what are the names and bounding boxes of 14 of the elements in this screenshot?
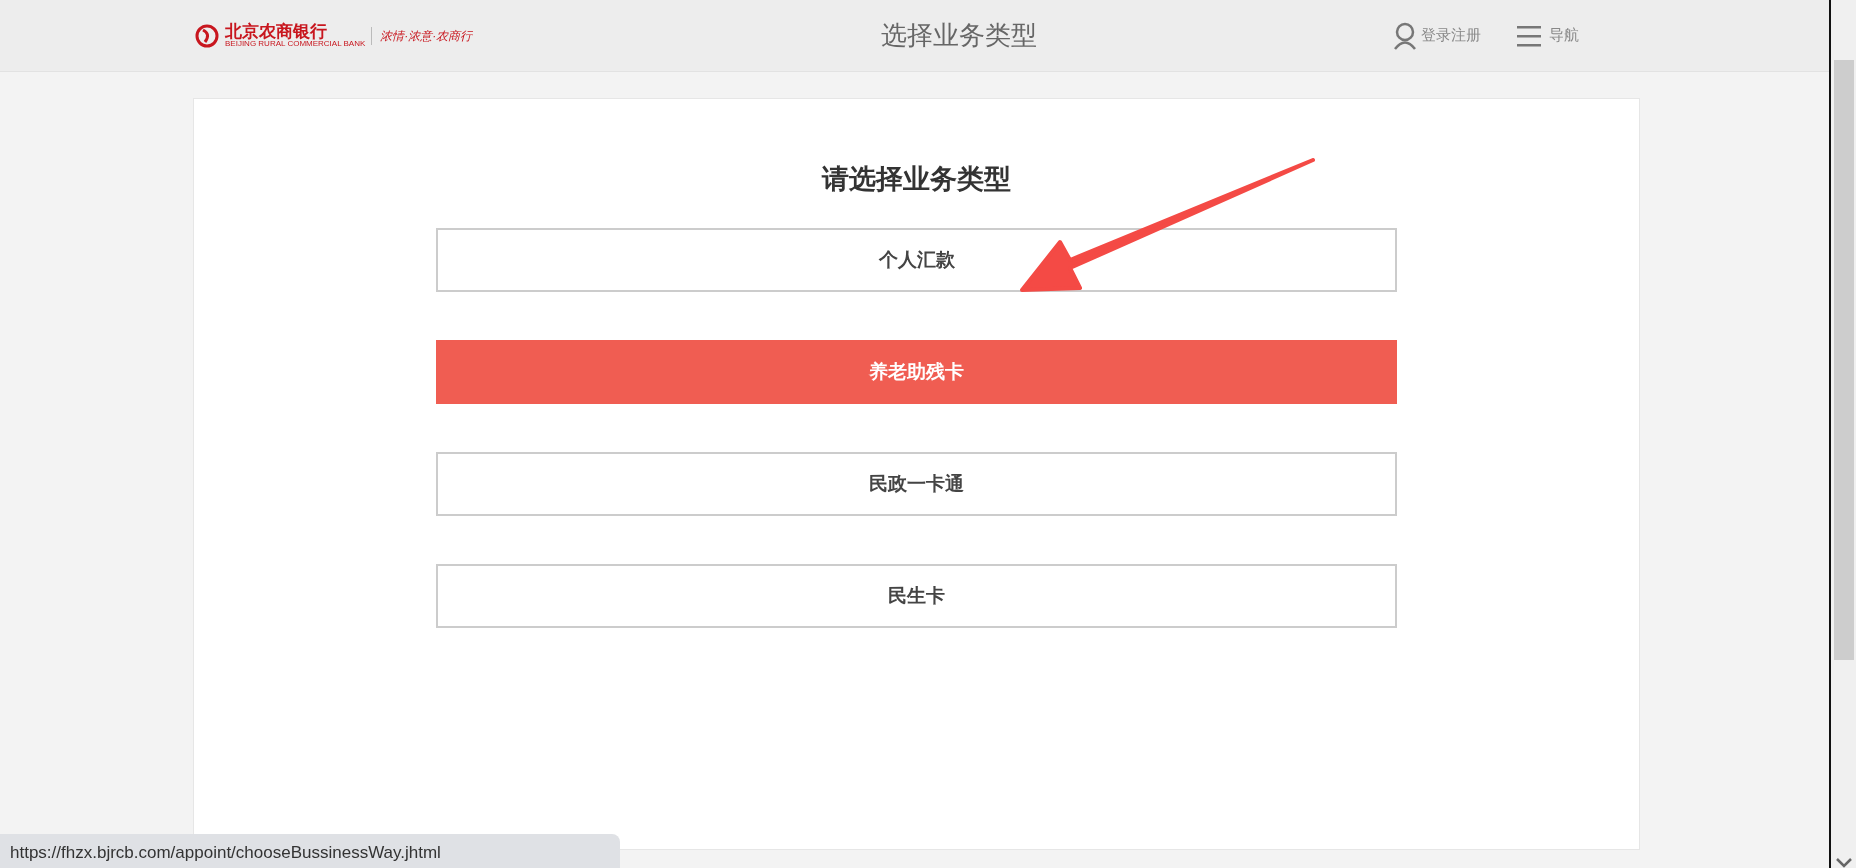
section-heading: 请选择业务类型 xyxy=(822,162,1011,196)
scrollbar[interactable] xyxy=(1829,0,1856,868)
business-type-option[interactable]: 个人汇款 xyxy=(436,227,1397,292)
bank-english-name: BEIJING RURAL COMMERCIAL BANK xyxy=(225,40,366,48)
page-title: 选择业务类型 xyxy=(880,19,1038,52)
status-url: https://fhzx.bjrcb.com/appoint/chooseBussinessWay.jhtml xyxy=(0,834,620,868)
bank-logo-icon xyxy=(195,23,219,48)
business-type-option[interactable]: 民生卡 xyxy=(436,563,1397,628)
business-type-option[interactable]: 民政一卡通 xyxy=(436,451,1397,516)
bank-name: 北京农商银行 xyxy=(225,23,327,40)
menu-icon xyxy=(1517,24,1541,47)
bank-slogan: 浓情·浓意·农商行 xyxy=(371,26,473,45)
user-icon xyxy=(1393,21,1417,50)
scroll-down-icon[interactable] xyxy=(1835,858,1852,868)
